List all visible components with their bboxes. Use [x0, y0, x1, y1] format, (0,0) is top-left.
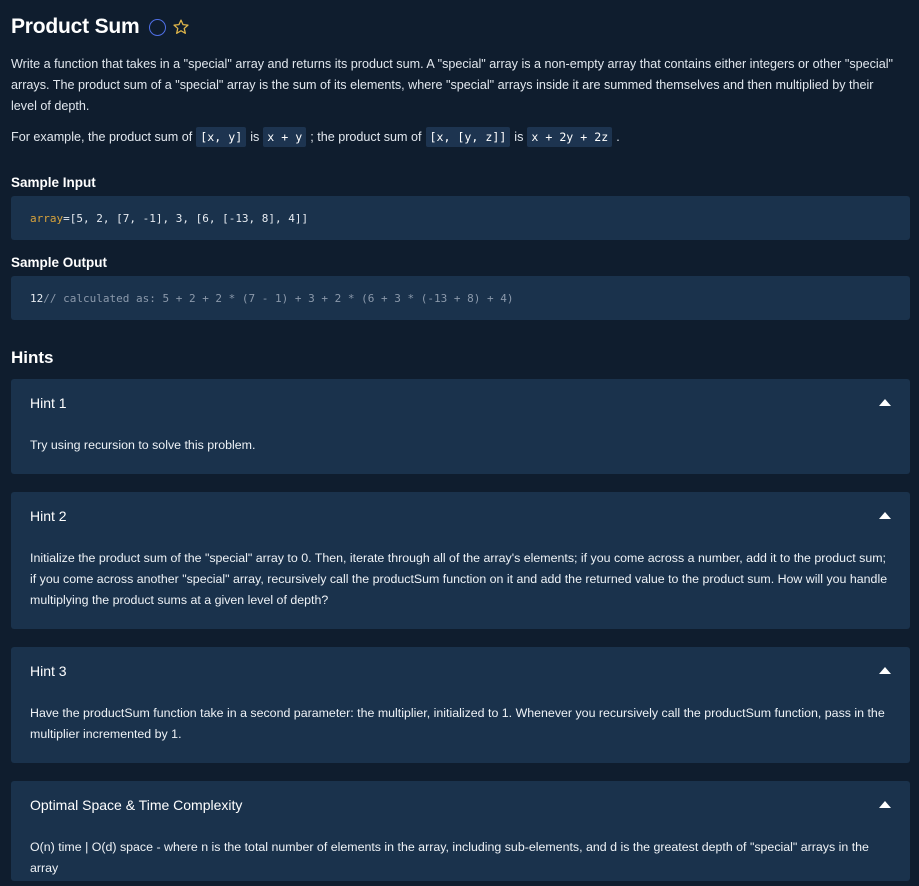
sample-output-code[interactable]: 12 // calculated as: 5 + 2 + 2 * (7 - 1)… — [11, 276, 910, 320]
example-text: is — [514, 130, 524, 144]
hint-title[interactable]: Hint 1 — [30, 395, 67, 411]
sample-input-code[interactable]: array = [5, 2, [7, -1], 3, [6, [-13, 8],… — [11, 196, 910, 240]
input-value: [5, 2, [7, -1], 3, [6, [-13, 8], 4]] — [69, 211, 309, 225]
title-row: Product Sum — [11, 14, 190, 40]
example-code: [x, [y, z]] — [425, 127, 511, 147]
star-icon[interactable] — [172, 18, 190, 36]
problem-example: For example, the product sum of [x, y] i… — [11, 127, 620, 147]
caret-up-icon[interactable] — [879, 399, 891, 406]
problem-description: Write a function that takes in a "specia… — [11, 57, 893, 113]
sample-output-label: Sample Output — [11, 255, 108, 270]
output-value: 12 — [30, 291, 44, 305]
hint-panel-1: Hint 1 Try using recursion to solve this… — [11, 379, 910, 474]
hint-body: Initialize the product sum of the "speci… — [30, 551, 888, 607]
example-text: is — [250, 130, 260, 144]
example-text: . — [616, 130, 620, 144]
example-text: For example, the product sum of — [11, 130, 193, 144]
example-code: x + y — [263, 127, 307, 147]
example-code: x + 2y + 2z — [527, 127, 613, 147]
caret-up-icon[interactable] — [879, 667, 891, 674]
page-title: Product Sum — [11, 15, 140, 38]
sample-input-label: Sample Input — [11, 175, 96, 190]
hint-panel-2: Hint 2 Initialize the product sum of the… — [11, 492, 910, 629]
example-code: [x, y] — [196, 127, 247, 147]
caret-up-icon[interactable] — [879, 801, 891, 808]
hint-title[interactable]: Optimal Space & Time Complexity — [30, 797, 242, 813]
input-variable: array — [30, 211, 64, 225]
hint-body: Have the productSum function take in a s… — [30, 706, 885, 741]
example-text: ; the product sum of — [310, 130, 422, 144]
hint-panel-3: Hint 3 Have the productSum function take… — [11, 647, 910, 763]
hint-title[interactable]: Hint 3 — [30, 663, 67, 679]
hint-body: O(n) time | O(d) space - where n is the … — [30, 840, 869, 875]
input-equals: = — [63, 211, 70, 225]
hints-heading: Hints — [11, 348, 54, 367]
completion-circle-icon[interactable] — [149, 18, 167, 36]
hint-panel-4: Optimal Space & Time Complexity O(n) tim… — [11, 781, 910, 881]
output-comment: // calculated as: 5 + 2 + 2 * (7 - 1) + … — [43, 291, 514, 305]
hint-body: Try using recursion to solve this proble… — [30, 438, 256, 452]
caret-up-icon[interactable] — [879, 512, 891, 519]
hint-title[interactable]: Hint 2 — [30, 508, 67, 524]
